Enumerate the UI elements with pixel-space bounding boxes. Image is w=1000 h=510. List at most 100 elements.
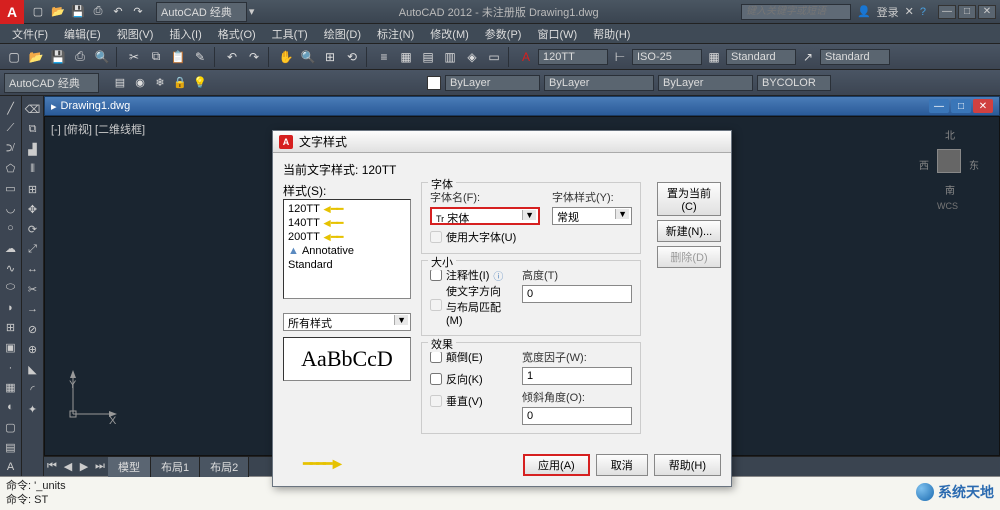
color-combo[interactable]: ByLayer xyxy=(445,75,540,91)
match-icon[interactable]: ✎ xyxy=(190,47,210,67)
mirror-icon[interactable]: ▟ xyxy=(24,140,42,158)
tab-nav-prev[interactable]: ◀ xyxy=(60,460,76,473)
menu-view[interactable]: 视图(V) xyxy=(109,24,162,44)
cancel-button[interactable]: 取消 xyxy=(596,454,648,476)
block-icon[interactable]: ▣ xyxy=(2,339,20,357)
apply-button[interactable]: 应用(A) xyxy=(523,454,590,476)
mtext-icon[interactable]: A xyxy=(2,458,20,476)
preview-icon[interactable]: 🔍 xyxy=(92,47,112,67)
maximize-button[interactable]: □ xyxy=(958,5,976,19)
oblique-input[interactable] xyxy=(522,407,632,425)
plotstyle-combo[interactable]: BYCOLOR xyxy=(757,75,831,91)
tab-nav-last[interactable]: ⏭ xyxy=(92,460,108,473)
properties-icon[interactable]: ≡ xyxy=(374,47,394,67)
paste-icon[interactable]: 📋 xyxy=(168,47,188,67)
tab-nav-first[interactable]: ⏮ xyxy=(44,460,60,473)
color-swatch[interactable] xyxy=(427,76,441,90)
viewcube-east[interactable]: 东 xyxy=(969,157,979,172)
list-item[interactable]: 140TT ◄━━ xyxy=(286,216,408,230)
zoom-window-icon[interactable]: ⊞ xyxy=(320,47,340,67)
explode-icon[interactable]: ✦ xyxy=(24,400,42,418)
backwards-checkbox[interactable] xyxy=(430,373,442,385)
sheetset-icon[interactable]: ▥ xyxy=(440,47,460,67)
new-style-button[interactable]: 新建(N)... xyxy=(657,220,721,242)
mleaderstyle-icon[interactable]: ↗ xyxy=(798,47,818,67)
redo-icon[interactable]: ↷ xyxy=(130,4,146,20)
list-item[interactable]: 200TT ◄━━ xyxy=(286,230,408,244)
viewcube-north[interactable]: 北 xyxy=(945,127,955,142)
tab-layout2[interactable]: 布局2 xyxy=(200,457,249,477)
array-icon[interactable]: ⊞ xyxy=(24,180,42,198)
login-link[interactable]: 登录 xyxy=(877,4,899,20)
zoom-prev-icon[interactable]: ⟲ xyxy=(342,47,362,67)
lineweight-combo[interactable]: ByLayer xyxy=(658,75,753,91)
cut-icon[interactable]: ✂ xyxy=(124,47,144,67)
copy-icon[interactable]: ⧉ xyxy=(24,120,42,138)
app-logo[interactable]: A xyxy=(0,0,24,24)
menu-insert[interactable]: 插入(I) xyxy=(161,24,209,44)
dimstyle-icon[interactable]: ⊢ xyxy=(610,47,630,67)
viewcube[interactable]: 北 南 西 东 WCS xyxy=(919,127,979,197)
table-icon[interactable]: ▤ xyxy=(2,438,20,456)
help-search-input[interactable] xyxy=(741,4,851,20)
toolpalettes-icon[interactable]: ▤ xyxy=(418,47,438,67)
pan-icon[interactable]: ✋ xyxy=(276,47,296,67)
user-icon[interactable]: 👤 xyxy=(857,5,871,18)
tab-model[interactable]: 模型 xyxy=(108,457,151,477)
annotative-checkbox[interactable] xyxy=(430,269,442,281)
viewcube-wcs[interactable]: WCS xyxy=(937,201,958,211)
help-icon[interactable]: ? xyxy=(920,6,926,18)
viewcube-south[interactable]: 南 xyxy=(945,182,955,197)
minimize-button[interactable]: — xyxy=(938,5,956,19)
doc-close-button[interactable]: ✕ xyxy=(973,99,993,113)
markup-icon[interactable]: ◈ xyxy=(462,47,482,67)
viewcube-west[interactable]: 西 xyxy=(919,157,929,172)
scale-icon[interactable]: ⤢ xyxy=(24,240,42,258)
tablestyle-combo[interactable]: Standard xyxy=(726,49,796,65)
rectangle-icon[interactable]: ▭ xyxy=(2,180,20,198)
undo-icon[interactable]: ↶ xyxy=(222,47,242,67)
zoom-icon[interactable]: 🔍 xyxy=(298,47,318,67)
spline-icon[interactable]: ∿ xyxy=(2,259,20,277)
new-icon[interactable]: ▢ xyxy=(30,4,46,20)
trim-icon[interactable]: ✂ xyxy=(24,280,42,298)
menu-parametric[interactable]: 参数(P) xyxy=(477,24,530,44)
circle-icon[interactable]: ○ xyxy=(2,219,20,237)
dimstyle-combo[interactable]: ISO-25 xyxy=(632,49,702,65)
dialog-titlebar[interactable]: A 文字样式 xyxy=(273,131,731,153)
height-input[interactable] xyxy=(522,285,632,303)
menu-edit[interactable]: 编辑(E) xyxy=(56,24,109,44)
chamfer-icon[interactable]: ◣ xyxy=(24,360,42,378)
region-icon[interactable]: ▢ xyxy=(2,418,20,436)
viewport-label[interactable]: [-] [俯视] [二维线框] xyxy=(51,121,145,137)
tab-layout1[interactable]: 布局1 xyxy=(151,457,200,477)
stretch-icon[interactable]: ↔ xyxy=(24,260,42,278)
menu-modify[interactable]: 修改(M) xyxy=(422,24,477,44)
menu-draw[interactable]: 绘图(D) xyxy=(316,24,369,44)
doc-maximize-button[interactable]: □ xyxy=(951,99,971,113)
arc-icon[interactable]: ◡ xyxy=(2,199,20,217)
font-style-combo[interactable]: 常规 xyxy=(552,207,632,225)
designcenter-icon[interactable]: ▦ xyxy=(396,47,416,67)
menu-help[interactable]: 帮助(H) xyxy=(585,24,638,44)
menu-file[interactable]: 文件(F) xyxy=(4,24,56,44)
doc-minimize-button[interactable]: — xyxy=(929,99,949,113)
font-name-combo[interactable]: Tr 宋体 xyxy=(430,207,540,225)
insert-icon[interactable]: ⊞ xyxy=(2,319,20,337)
new-icon[interactable]: ▢ xyxy=(4,47,24,67)
polygon-icon[interactable]: ⬠ xyxy=(2,160,20,178)
join-icon[interactable]: ⊕ xyxy=(24,340,42,358)
fillet-icon[interactable]: ◜ xyxy=(24,380,42,398)
gradient-icon[interactable]: ◐ xyxy=(2,398,20,416)
textstyle-combo[interactable]: 120TT xyxy=(538,49,608,65)
upsidedown-checkbox[interactable] xyxy=(430,351,442,363)
offset-icon[interactable]: ⫴ xyxy=(24,160,42,178)
break-icon[interactable]: ⊘ xyxy=(24,320,42,338)
exchange-icon[interactable]: ✕ xyxy=(905,5,914,18)
layer-icon[interactable]: ▤ xyxy=(111,74,129,92)
open-icon[interactable]: 📂 xyxy=(26,47,46,67)
rotate-icon[interactable]: ⟳ xyxy=(24,220,42,238)
mleaderstyle-combo[interactable]: Standard xyxy=(820,49,890,65)
undo-icon[interactable]: ↶ xyxy=(110,4,126,20)
style-listbox[interactable]: 120TT ◄━━ 140TT ◄━━ 200TT ◄━━ ▲ Annotati… xyxy=(283,199,411,299)
